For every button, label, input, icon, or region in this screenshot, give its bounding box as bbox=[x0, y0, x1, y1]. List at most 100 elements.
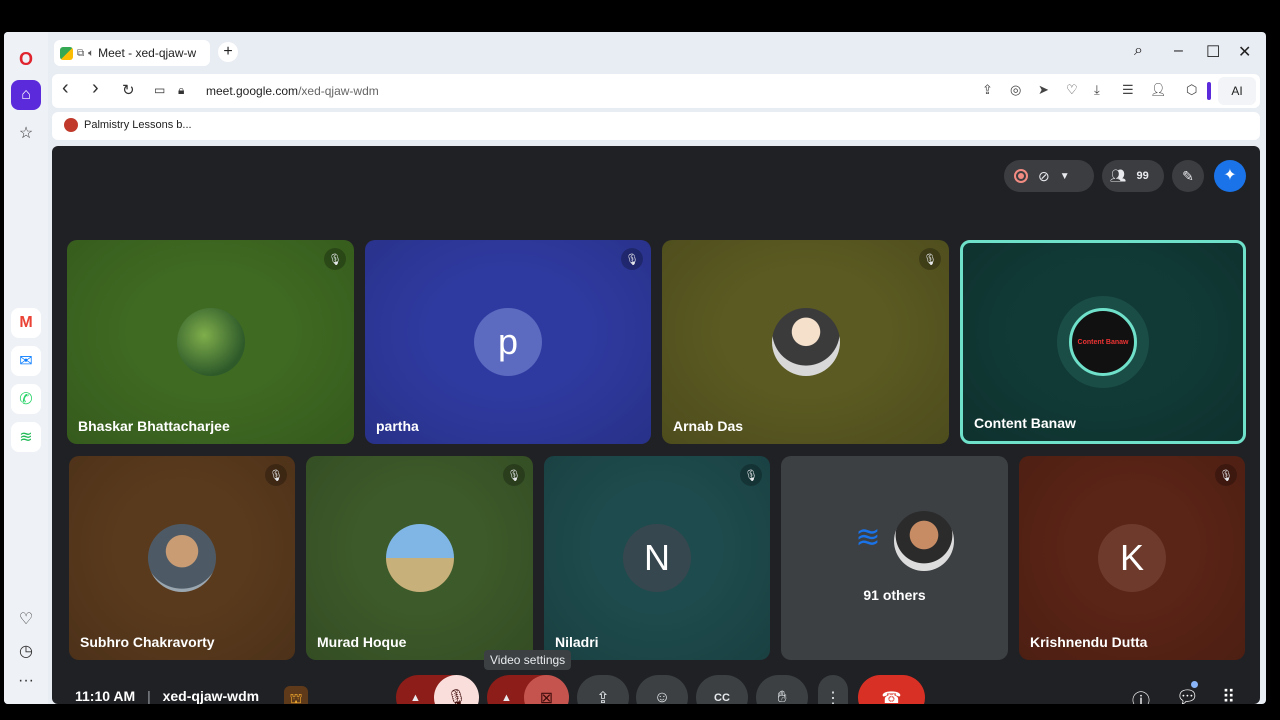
spotify-icon[interactable]: ≋ bbox=[11, 422, 41, 452]
url-field[interactable]: meet.google.com/xed-qjaw-wdm bbox=[206, 84, 379, 98]
content-banaw-logo: Content Banaw bbox=[1077, 338, 1129, 346]
mic-off-icon: 🎙︎ bbox=[919, 248, 941, 270]
avatar bbox=[176, 308, 245, 376]
gemini-button[interactable]: ✦ bbox=[1214, 160, 1246, 192]
search-tabs-icon[interactable]: ⌕ bbox=[1134, 42, 1143, 60]
camera-permission-icon[interactable]: ▭ bbox=[154, 83, 165, 97]
mic-off-icon: 🎙︎ bbox=[1215, 464, 1237, 486]
avatar: Content Banaw bbox=[1069, 308, 1137, 376]
history-icon[interactable]: ◷ bbox=[11, 636, 41, 666]
whiteboard-button[interactable]: ✎ bbox=[1172, 160, 1204, 192]
share-icon[interactable]: ⇪ bbox=[982, 82, 993, 98]
chat-icon[interactable]: 💬︎ bbox=[1176, 687, 1199, 704]
participant-tile-active-speaker[interactable]: Content Banaw Content Banaw bbox=[960, 240, 1246, 444]
present-icon: ⇪ bbox=[596, 689, 610, 705]
url-domain: meet.google.com bbox=[206, 84, 299, 98]
end-call-icon: ☎ bbox=[881, 689, 902, 705]
participant-tile[interactable]: 🎙︎ N Niladri bbox=[544, 456, 770, 660]
aria-ai-button[interactable]: AI bbox=[1218, 77, 1256, 105]
screen: O ⌂ ☆ M ✉ ✆ ≋ ♡ ◷ ··· ⧉ 🔈︎ Meet - xed-qj… bbox=[0, 0, 1280, 720]
raise-hand-button[interactable]: ✋︎ bbox=[756, 675, 808, 704]
tab-title: Meet - xed-qjaw-w bbox=[98, 46, 197, 60]
tab-bar: ⧉ 🔈︎ Meet - xed-qjaw-w + ⌕ – ☐ ✕ bbox=[52, 32, 1266, 72]
speaker-icon: 🔈︎ bbox=[88, 47, 95, 59]
heart-bookmark-icon[interactable]: ♡ bbox=[1066, 82, 1078, 98]
url-path: /xed-qjaw-wdm bbox=[298, 84, 379, 98]
emoji-icon: ☺ bbox=[653, 688, 671, 705]
present-screen-button[interactable]: ⇪ bbox=[577, 675, 629, 704]
participant-tile[interactable]: 🎙︎ Bhaskar Bhattacharjee bbox=[67, 240, 354, 444]
browser-window: O ⌂ ☆ M ✉ ✆ ≋ ♡ ◷ ··· ⧉ 🔈︎ Meet - xed-qj… bbox=[4, 32, 1266, 704]
opera-sidebar: O ⌂ ☆ M ✉ ✆ ≋ ♡ ◷ ··· bbox=[4, 32, 48, 704]
reactions-button[interactable]: ☺ bbox=[636, 675, 688, 704]
send-icon[interactable]: ➤ bbox=[1038, 82, 1049, 98]
others-tile[interactable]: ≋ 91 others bbox=[781, 456, 1008, 660]
participant-name: Arnab Das bbox=[673, 418, 744, 434]
download-icon[interactable]: ⤓ bbox=[1094, 82, 1100, 98]
participant-name: partha bbox=[376, 418, 419, 434]
people-icon: 👥︎ bbox=[1110, 168, 1127, 183]
recording-status-pill[interactable]: ⊘ ▼ bbox=[1004, 160, 1094, 192]
opera-logo-icon[interactable]: O bbox=[11, 44, 41, 74]
minimize-button[interactable]: – bbox=[1174, 42, 1183, 60]
avatar bbox=[385, 524, 454, 592]
star-icon[interactable]: ☆ bbox=[11, 118, 41, 148]
back-button[interactable]: ‹ bbox=[62, 77, 69, 100]
bookmark-palmistry[interactable]: Palmistry Lessons b... bbox=[64, 118, 192, 132]
participant-tile[interactable]: 🎙︎ Subhro Chakravorty bbox=[69, 456, 295, 660]
avatar: K bbox=[1098, 524, 1166, 592]
avatar: p bbox=[474, 308, 542, 376]
leave-call-button[interactable]: ☎ bbox=[858, 675, 925, 704]
close-window-button[interactable]: ✕ bbox=[1238, 42, 1251, 62]
participant-tile[interactable]: 🎙︎ K Krishnendu Dutta bbox=[1019, 456, 1245, 660]
picture-in-picture-icon: ⧉ bbox=[77, 47, 85, 59]
profile-icon[interactable]: 👤︎ bbox=[1150, 82, 1167, 98]
tab-meet[interactable]: ⧉ 🔈︎ Meet - xed-qjaw-w bbox=[54, 40, 210, 66]
whatsapp-icon[interactable]: ✆ bbox=[11, 384, 41, 414]
snapshot-icon[interactable]: ◎ bbox=[1010, 82, 1021, 98]
reload-button[interactable]: ↻ bbox=[122, 81, 135, 99]
mic-off-icon: 🎙︎ bbox=[265, 464, 287, 486]
participant-tile[interactable]: 🎙︎ Murad Hoque bbox=[306, 456, 533, 660]
host-controls-icon[interactable]: ⛫ bbox=[284, 686, 308, 704]
lock-icon[interactable]: 🔒︎ bbox=[178, 83, 184, 98]
people-count: 99 bbox=[1136, 170, 1149, 182]
captions-off-icon: ⊘ bbox=[1038, 167, 1050, 184]
pen-icon: ✎ bbox=[1182, 167, 1194, 184]
address-bar: ‹ › ↻ ▭ 🔒︎ meet.google.com/xed-qjaw-wdm … bbox=[52, 74, 1260, 108]
others-device-icon: ≋ bbox=[855, 521, 881, 554]
info-icon[interactable]: ⓘ bbox=[1132, 687, 1150, 704]
home-icon[interactable]: ⌂ bbox=[11, 80, 41, 110]
separator: | bbox=[147, 688, 151, 704]
others-label: 91 others bbox=[863, 587, 926, 603]
participant-tile[interactable]: 🎙︎ Arnab Das bbox=[662, 240, 949, 444]
people-count-pill[interactable]: 👥︎ 99 bbox=[1102, 160, 1164, 192]
participant-name: Content Banaw bbox=[974, 415, 1076, 431]
more-icon[interactable]: ··· bbox=[11, 666, 41, 696]
video-settings-tooltip: Video settings bbox=[484, 650, 572, 670]
activities-icon[interactable]: ⠿ bbox=[1222, 687, 1235, 704]
more-options-button[interactable]: ⋮ bbox=[818, 675, 848, 704]
participant-tile[interactable]: 🎙︎ p partha bbox=[365, 240, 651, 444]
mic-off-icon: 🎙︎ bbox=[324, 248, 346, 270]
chevron-up-icon: ▲ bbox=[410, 691, 421, 704]
meet-favicon-icon bbox=[60, 46, 73, 60]
easy-setup-icon[interactable]: ☰ bbox=[1122, 82, 1134, 98]
participant-name: Murad Hoque bbox=[317, 634, 407, 650]
avatar bbox=[148, 524, 216, 592]
maximize-button[interactable]: ☐ bbox=[1206, 42, 1220, 62]
cc-icon: CC bbox=[714, 691, 730, 704]
bookmarks-bar: Palmistry Lessons b... bbox=[52, 112, 1260, 140]
gmail-icon[interactable]: M bbox=[11, 308, 41, 338]
recording-icon bbox=[1014, 169, 1028, 183]
heart-icon[interactable]: ♡ bbox=[11, 604, 41, 634]
messenger-icon[interactable]: ✉ bbox=[11, 346, 41, 376]
forward-button[interactable]: › bbox=[92, 77, 99, 100]
clock-time: 11:10 AM bbox=[75, 688, 136, 704]
camera-off-icon: ⊠ bbox=[539, 689, 554, 705]
new-tab-button[interactable]: + bbox=[218, 42, 238, 62]
captions-button[interactable]: CC bbox=[696, 675, 748, 704]
extensions-icon[interactable]: ⬡ bbox=[1186, 82, 1197, 98]
hand-icon: ✋︎ bbox=[777, 688, 787, 705]
mic-off-icon: 🎙︎ bbox=[740, 464, 762, 486]
